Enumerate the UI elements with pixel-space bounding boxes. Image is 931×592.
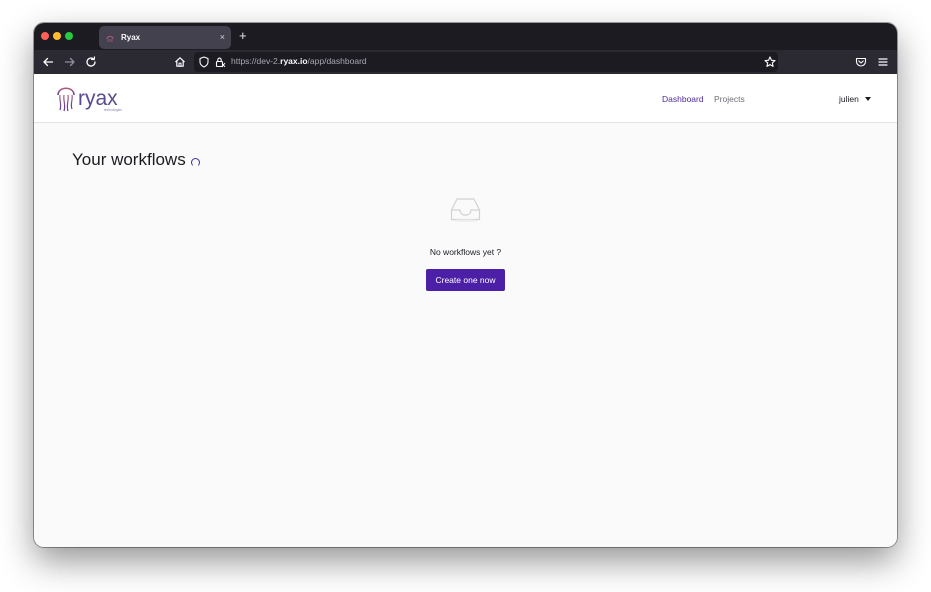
main-content: Your workflows No workflows yet ? Create… xyxy=(34,123,897,547)
pocket-icon[interactable] xyxy=(854,55,868,69)
close-window-button[interactable] xyxy=(41,32,49,40)
loading-spinner-icon xyxy=(190,157,200,167)
browser-tab-ryax[interactable]: Ryax × xyxy=(99,26,231,49)
lock-icon[interactable] xyxy=(213,55,227,69)
bookmark-star-icon[interactable] xyxy=(763,55,777,69)
ryax-logo[interactable]: ryax technologies xyxy=(55,83,135,113)
menu-icon[interactable] xyxy=(876,55,890,69)
empty-state-message: No workflows yet ? xyxy=(429,247,502,257)
nav-dashboard-link[interactable]: Dashboard xyxy=(662,94,704,104)
url-text[interactable]: https://dev-2.ryax.io/app/dashboard xyxy=(231,56,367,66)
user-menu[interactable]: julien xyxy=(839,94,871,104)
new-tab-button[interactable]: + xyxy=(239,29,247,42)
forward-icon[interactable] xyxy=(63,55,77,69)
logo-text: ryax xyxy=(78,87,118,110)
user-name: julien xyxy=(839,94,859,104)
empty-inbox-icon xyxy=(450,198,481,222)
navigation-toolbar: https://dev-2.ryax.io/app/dashboard xyxy=(34,50,897,75)
address-bar[interactable]: https://dev-2.ryax.io/app/dashboard xyxy=(194,52,778,72)
close-tab-icon[interactable]: × xyxy=(220,33,225,42)
tab-title: Ryax xyxy=(121,33,141,42)
reload-icon[interactable] xyxy=(84,55,98,69)
shield-icon[interactable] xyxy=(197,55,211,69)
browser-window: Ryax × + https://dev-2.ryax.io/app/dashb… xyxy=(34,23,897,547)
page-title-text: Your workflows xyxy=(72,150,186,169)
ryax-favicon-icon xyxy=(106,35,114,42)
app-header: ryax technologies Dashboard Projects jul… xyxy=(34,74,897,123)
caret-down-icon xyxy=(864,97,871,101)
minimize-window-button[interactable] xyxy=(53,32,61,40)
nav-projects-link[interactable]: Projects xyxy=(714,94,745,104)
create-workflow-button[interactable]: Create one now xyxy=(426,269,505,291)
logo-subtext: technologies xyxy=(104,108,122,112)
maximize-window-button[interactable] xyxy=(65,32,73,40)
back-icon[interactable] xyxy=(41,55,55,69)
tab-strip: Ryax × + xyxy=(34,23,897,50)
page-title: Your workflows xyxy=(72,150,200,170)
home-icon[interactable] xyxy=(173,55,187,69)
